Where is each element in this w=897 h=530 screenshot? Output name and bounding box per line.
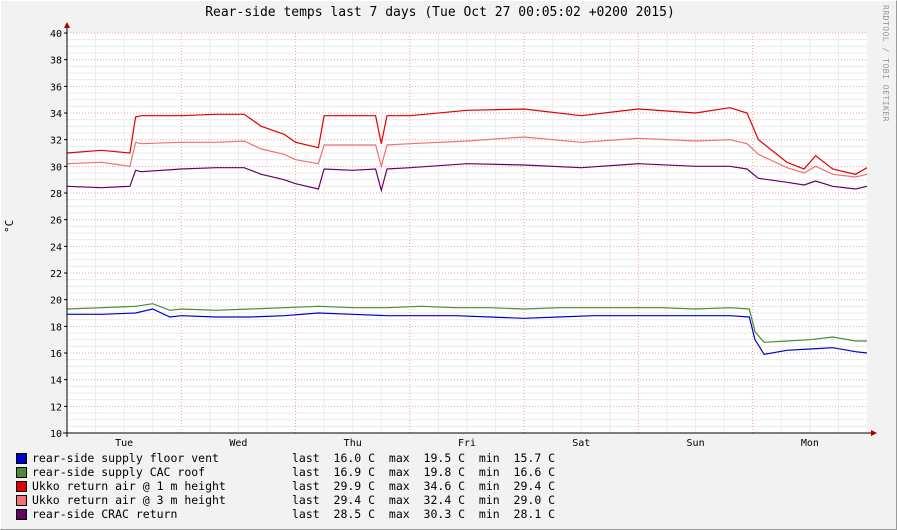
y-tick-label: 14 [50, 376, 62, 387]
y-tick-label: 24 [50, 242, 62, 253]
legend-series-name: rear-side CRAC return [32, 507, 178, 521]
y-tick-label: 36 [50, 82, 62, 93]
legend-series-name: Ukko return air @ 1 m height [32, 479, 226, 493]
y-tick-label: 30 [50, 162, 62, 173]
legend-item: rear-side supply floor vent last 16.0 C m… [16, 451, 555, 465]
y-tick-label: 26 [50, 216, 62, 227]
y-tick-label: 22 [50, 269, 62, 280]
legend-swatch [16, 452, 27, 464]
legend-item: Ukko return air @ 3 m height last 29.4 C … [16, 493, 555, 507]
legend-item: Ukko return air @ 1 m height last 29.9 C … [16, 479, 555, 493]
legend-item: rear-side CRAC return last 28.5 C max 30.… [16, 507, 555, 521]
x-axis-arrow [871, 430, 877, 436]
legend-series-name: rear-side supply floor vent [32, 451, 219, 465]
legend-stats: last 28.5 C max 30.3 C min 28.1 C [292, 507, 556, 521]
y-tick-label: 38 [50, 56, 62, 67]
y-tick-label: 12 [50, 402, 62, 413]
y-tick-label: 28 [50, 189, 62, 200]
legend-stats: last 29.9 C max 34.6 C min 29.4 C [292, 479, 556, 493]
x-tick-label: Thu [344, 438, 362, 449]
legend-series-name: rear-side supply CAC roof [32, 465, 206, 479]
y-tick-label: 18 [50, 322, 62, 333]
y-tick-label: 10 [50, 429, 62, 440]
legend-stats: last 16.9 C max 19.8 C min 16.6 C [292, 465, 556, 479]
y-tick-label: 16 [50, 349, 62, 360]
y-tick-label: 40 [50, 29, 62, 40]
x-tick-label: Mon [801, 438, 819, 449]
legend-swatch [16, 466, 27, 478]
x-tick-label: Tue [115, 438, 133, 449]
x-tick-label: Sun [687, 438, 705, 449]
y-tick-label: 20 [50, 296, 62, 307]
y-tick-label: 34 [50, 109, 62, 120]
legend-series-name: Ukko return air @ 3 m height [32, 493, 226, 507]
x-tick-label: Sat [572, 438, 590, 449]
x-tick-label: Wed [229, 438, 247, 449]
y-tick-label: 32 [50, 136, 62, 147]
legend-swatch [16, 508, 27, 520]
legend-stats: last 29.4 C max 32.4 C min 29.0 C [292, 493, 556, 507]
legend-swatch [16, 480, 27, 492]
legend-stats: last 16.0 C max 19.5 C min 15.7 C [292, 451, 556, 465]
legend-swatch [16, 494, 27, 506]
y-axis-arrow [64, 22, 70, 28]
legend: rear-side supply floor vent last 16.0 C m… [16, 451, 555, 521]
x-tick-label: Fri [458, 438, 476, 449]
legend-item: rear-side supply CAC roof last 16.9 C max… [16, 465, 555, 479]
